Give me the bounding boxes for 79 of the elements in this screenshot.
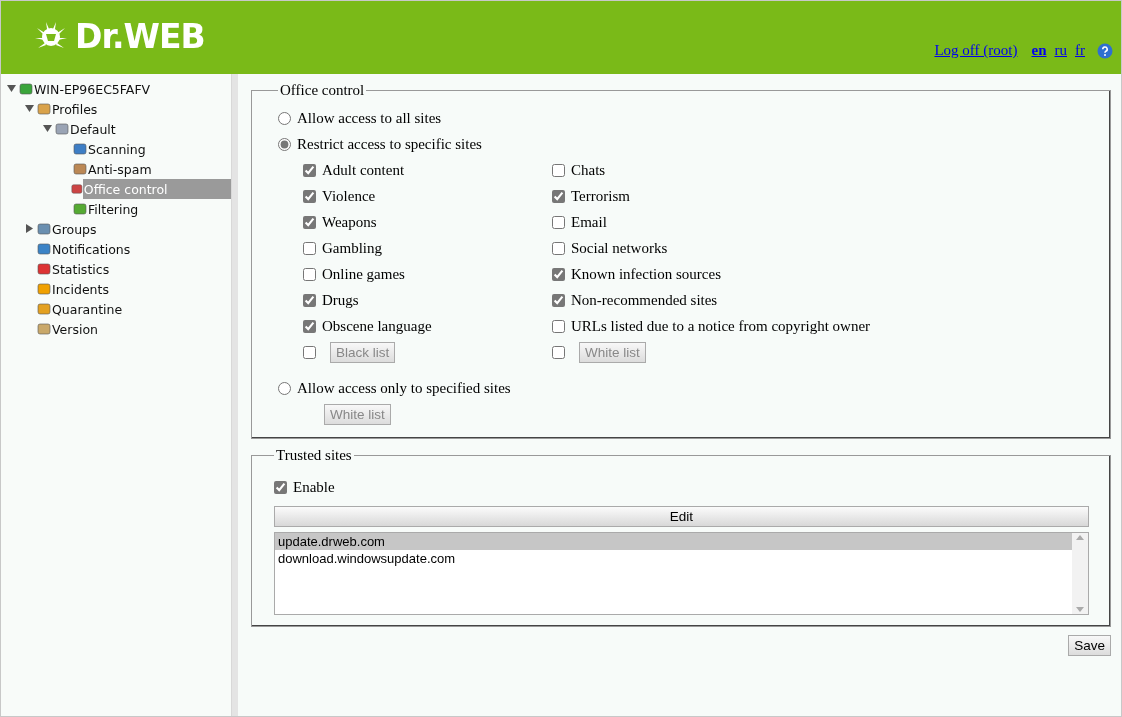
logo-text: Dr.WEB [75, 17, 205, 56]
checkbox[interactable] [303, 345, 316, 359]
tree-node-icon [55, 122, 69, 136]
panel-title: Office control [279, 82, 366, 99]
checkbox-option[interactable]: Obscene language [303, 313, 552, 339]
tree-node-icon [37, 262, 51, 276]
edit-button[interactable]: Edit [274, 506, 1089, 527]
list-item[interactable]: update.drweb.com [275, 533, 1072, 550]
tree-node-icon [73, 142, 87, 156]
expand-arrow-icon[interactable] [25, 103, 37, 115]
panel-title: Trusted sites [275, 447, 353, 464]
checkbox-option[interactable]: Known infection sources [552, 261, 1089, 287]
checkbox[interactable] [552, 267, 565, 281]
tree-node-icon [37, 302, 51, 316]
tree-item[interactable]: Filtering [87, 199, 142, 219]
tree-item[interactable]: Quarantine [51, 299, 126, 319]
language-link[interactable]: ru [1054, 42, 1067, 59]
save-button[interactable]: Save [1068, 635, 1111, 656]
tree-item[interactable]: Version [51, 319, 101, 339]
checkbox-option[interactable]: Gambling [303, 235, 552, 261]
tree-node-icon [37, 322, 51, 336]
radio-option[interactable]: Allow access only to specified sites [278, 375, 1089, 401]
tree-item[interactable]: Groups [51, 219, 100, 239]
logoff-link[interactable]: Log off (root) [934, 42, 1018, 59]
checkbox[interactable] [303, 267, 316, 281]
tree-node-icon [19, 82, 33, 96]
tree-node-icon [71, 182, 83, 196]
radio-button[interactable] [278, 381, 291, 395]
checkbox[interactable] [552, 163, 565, 177]
checkbox-option[interactable]: Drugs [303, 287, 552, 313]
tree-item[interactable]: Anti-spam [87, 159, 155, 179]
checkbox[interactable] [303, 163, 316, 177]
tree-item[interactable]: Incidents [51, 279, 112, 299]
radio-option[interactable]: Restrict access to specific sites [278, 131, 1089, 157]
checkbox-option[interactable]: Terrorism [552, 183, 1089, 209]
tree-item[interactable]: Profiles [51, 99, 101, 119]
tree-node-icon [73, 162, 87, 176]
checkbox-option[interactable]: Adult content [303, 157, 552, 183]
checkbox-option[interactable]: Violence [303, 183, 552, 209]
checkbox[interactable] [552, 215, 565, 229]
checkbox-option[interactable]: Social networks [552, 235, 1089, 261]
checkbox-option[interactable]: Weapons [303, 209, 552, 235]
checkbox[interactable] [303, 319, 316, 333]
tree-node-icon [73, 202, 87, 216]
tree-item[interactable]: Statistics [51, 259, 113, 279]
language-link[interactable]: fr [1075, 42, 1085, 59]
checkbox-option[interactable]: Chats [552, 157, 1089, 183]
checkbox-option[interactable]: URLs listed due to a notice from copyright owner [552, 313, 1089, 339]
checkbox-option[interactable]: Enable [274, 474, 1089, 500]
checkbox[interactable] [552, 241, 565, 255]
sites-listbox[interactable]: update.drweb.com download.windowsupdate.com [274, 532, 1089, 615]
radio-button[interactable] [278, 111, 291, 125]
checkbox[interactable] [552, 189, 565, 203]
tree-item[interactable]: Notifications [51, 239, 134, 259]
tree-item[interactable]: WIN-EP96EC5FAFV [33, 79, 154, 99]
tree-item[interactable]: Default [69, 119, 119, 139]
checkbox[interactable] [274, 480, 287, 494]
expand-arrow-icon[interactable] [43, 123, 55, 135]
tree-node-icon [37, 102, 51, 116]
checkbox[interactable] [552, 345, 565, 359]
checkbox-option[interactable]: Online games [303, 261, 552, 287]
radio-button[interactable] [278, 137, 291, 151]
checkbox[interactable] [303, 215, 316, 229]
tree-node-icon [37, 282, 51, 296]
checkbox[interactable] [303, 241, 316, 255]
radio-option[interactable]: Allow access to all sites [278, 105, 1089, 131]
tree-node-icon [37, 222, 51, 236]
tree-item[interactable]: Scanning [87, 139, 149, 159]
checkbox-option[interactable]: Non-recommended sites [552, 287, 1089, 313]
checkbox[interactable] [303, 189, 316, 203]
expand-arrow-icon[interactable] [7, 83, 19, 95]
list-item[interactable]: download.windowsupdate.com [275, 550, 1072, 567]
checkbox[interactable] [552, 319, 565, 333]
checkbox[interactable] [552, 293, 565, 307]
help-icon[interactable] [1097, 42, 1113, 59]
tree-node-icon [37, 242, 51, 256]
language-link[interactable]: en [1031, 42, 1047, 59]
checkbox[interactable] [303, 293, 316, 307]
checkbox-option[interactable]: Email [552, 209, 1089, 235]
